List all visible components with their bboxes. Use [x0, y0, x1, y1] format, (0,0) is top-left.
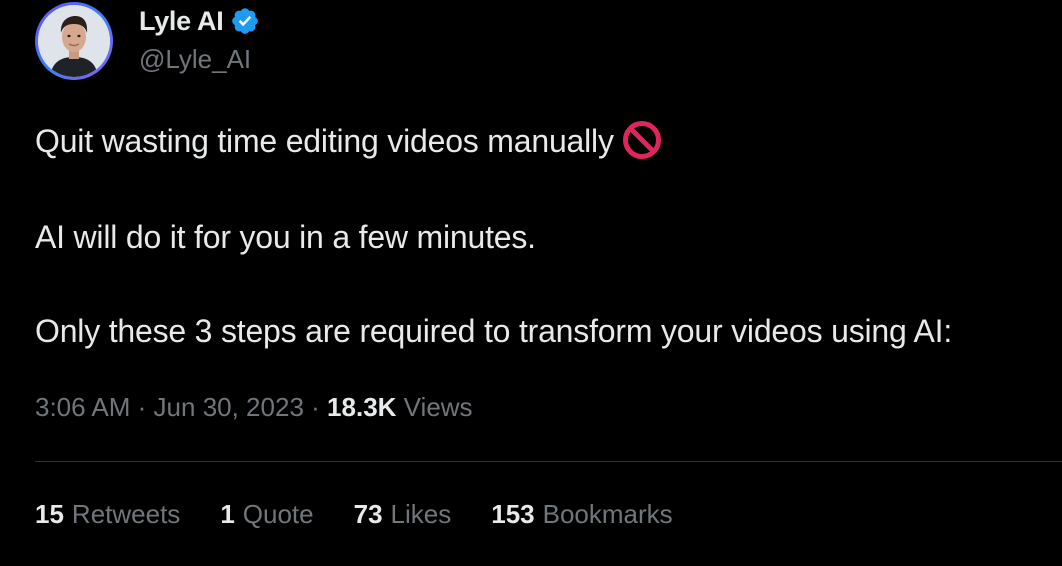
tweet-text-line-3: Only these 3 steps are required to trans…	[35, 313, 953, 349]
meta-separator: ·	[311, 392, 320, 422]
likes-stat[interactable]: 73 Likes	[354, 499, 452, 530]
quotes-stat[interactable]: 1 Quote	[220, 499, 313, 530]
prohibited-icon	[622, 120, 662, 160]
author-display-name[interactable]: Lyle AI	[139, 6, 224, 37]
verified-badge-icon[interactable]	[230, 6, 260, 36]
tweet-text-line-2: AI will do it for you in a few minutes.	[35, 219, 536, 255]
retweets-label: Retweets	[71, 499, 181, 529]
meta-separator: ·	[137, 392, 147, 422]
tweet-date[interactable]: Jun 30, 2023	[154, 392, 304, 422]
tweet-meta: 3:06 AM · Jun 30, 2023 · 18.3K Views	[35, 392, 473, 423]
views-count[interactable]: 18.3K	[327, 392, 396, 422]
retweets-count: 15	[35, 499, 64, 529]
views-label[interactable]: Views	[404, 392, 473, 422]
retweets-stat[interactable]: 15 Retweets	[35, 499, 180, 530]
tweet-text-line-1-content: Quit wasting time editing videos manuall…	[35, 123, 614, 159]
quotes-label: Quote	[242, 499, 314, 529]
divider	[35, 461, 1062, 462]
tweet-text-line-1: Quit wasting time editing videos manuall…	[35, 120, 1062, 160]
engagement-stats: 15 Retweets 1 Quote 73 Likes 153 Bookmarks	[35, 499, 713, 530]
author-handle[interactable]: @Lyle_AI	[139, 44, 251, 75]
quotes-count: 1	[220, 499, 235, 529]
bookmarks-stat[interactable]: 153 Bookmarks	[491, 499, 672, 530]
person-avatar-icon	[38, 5, 110, 77]
likes-label: Likes	[390, 499, 452, 529]
tweet-card: Lyle AI @Lyle_AI Quit wasting time editi…	[0, 0, 1062, 566]
tweet-time[interactable]: 3:06 AM	[35, 392, 130, 422]
author-name-row: Lyle AI	[139, 4, 260, 38]
avatar-photo	[38, 5, 110, 77]
bookmarks-label: Bookmarks	[542, 499, 673, 529]
bookmarks-count: 153	[491, 499, 535, 529]
author-avatar[interactable]	[35, 2, 113, 80]
likes-count: 73	[353, 499, 383, 529]
